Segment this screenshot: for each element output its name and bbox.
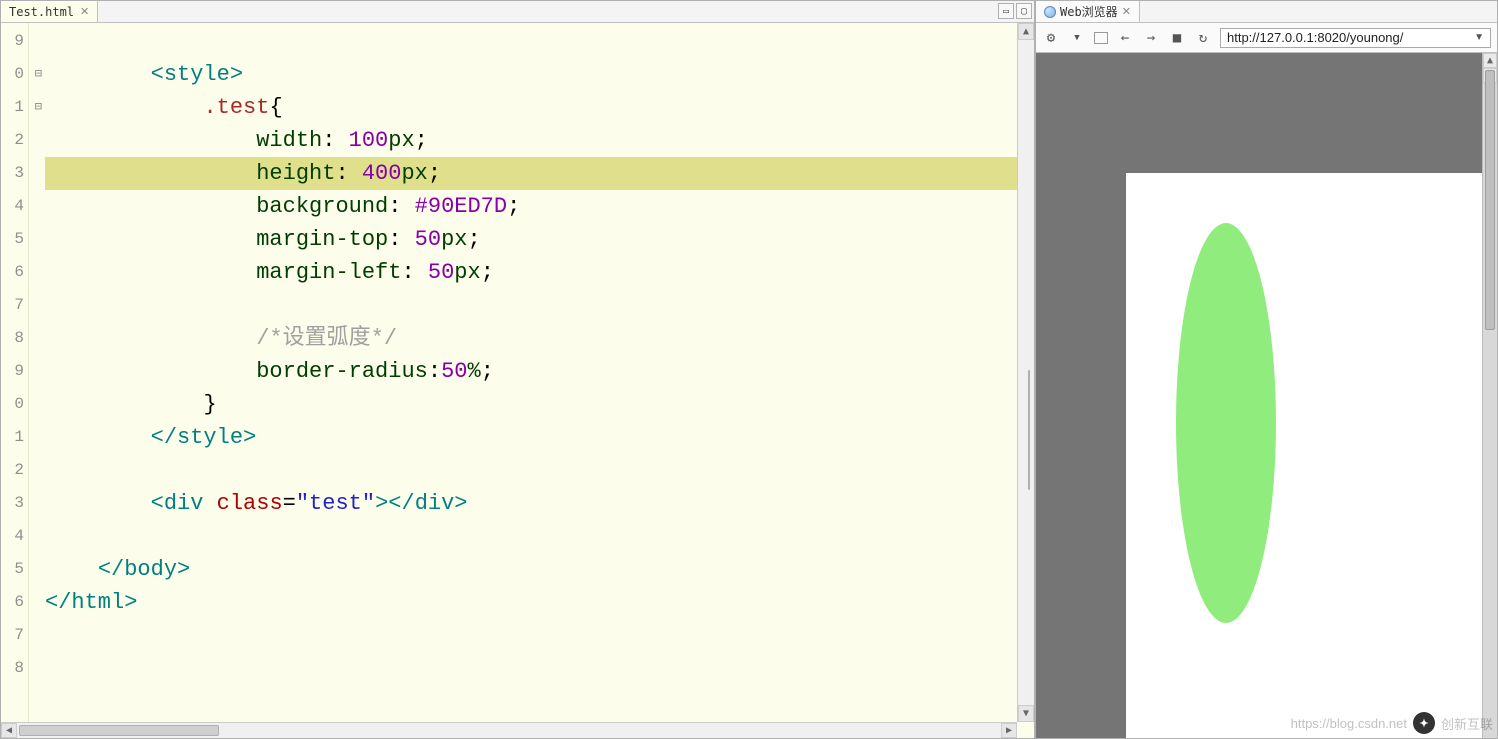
- scroll-down-icon[interactable]: ▼: [1018, 705, 1034, 722]
- line-number: 4: [1, 190, 28, 223]
- code-line[interactable]: height: 400px;: [45, 157, 1034, 190]
- editor-tab-label: Test.html: [9, 5, 74, 19]
- browser-tabbar: Web浏览器 ✕: [1036, 1, 1497, 23]
- web-browser-pane: Web浏览器 ✕ ⚙ ▼ ← → ■ ↻ http://127.0.0.1:80…: [1035, 0, 1498, 739]
- line-number: 3: [1, 487, 28, 520]
- scroll-left-icon[interactable]: ◀: [1, 723, 17, 738]
- close-icon[interactable]: ✕: [80, 5, 89, 18]
- line-number: 5: [1, 223, 28, 256]
- editor-tabbar: Test.html ✕ ▭ ▢: [1, 1, 1034, 23]
- code-line[interactable]: /*设置弧度*/: [45, 322, 1034, 355]
- line-number: 7: [1, 289, 28, 322]
- back-icon[interactable]: ←: [1116, 29, 1134, 47]
- code-line[interactable]: .test{: [45, 91, 1034, 124]
- line-number: 0: [1, 388, 28, 421]
- code-line[interactable]: <style>: [45, 58, 1034, 91]
- globe-icon: [1044, 6, 1056, 18]
- line-number: 8: [1, 652, 28, 685]
- code-line[interactable]: [45, 25, 1034, 58]
- browser-tab-label: Web浏览器: [1060, 3, 1118, 20]
- line-number: 9: [1, 25, 28, 58]
- scroll-thumb[interactable]: [1028, 370, 1030, 490]
- code-line[interactable]: background: #90ED7D;: [45, 190, 1034, 223]
- code-line[interactable]: [45, 454, 1034, 487]
- line-number: 7: [1, 619, 28, 652]
- hscroll-thumb[interactable]: [19, 725, 219, 736]
- code-editor-pane: Test.html ✕ ▭ ▢ 90123456789012345678 <st…: [0, 0, 1035, 739]
- code-area[interactable]: <style> .test{ width: 100px; height: 400…: [29, 23, 1034, 738]
- line-number: 4: [1, 520, 28, 553]
- code-line[interactable]: [45, 619, 1034, 652]
- editor-tab-test-html[interactable]: Test.html ✕: [1, 1, 98, 22]
- chevron-down-icon[interactable]: ▼: [1068, 29, 1086, 47]
- minimize-icon[interactable]: ▭: [998, 3, 1014, 19]
- forward-icon[interactable]: →: [1142, 29, 1160, 47]
- hscroll-track[interactable]: [17, 723, 1001, 738]
- line-number: 3: [1, 157, 28, 190]
- code-line[interactable]: </body>: [45, 553, 1034, 586]
- line-number: 9: [1, 355, 28, 388]
- scroll-right-icon[interactable]: ▶: [1001, 723, 1017, 738]
- code-line[interactable]: border-radius:50%;: [45, 355, 1034, 388]
- code-line[interactable]: margin-left: 50px;: [45, 256, 1034, 289]
- vertical-scrollbar[interactable]: ▲ ▼: [1017, 23, 1034, 722]
- line-number: 1: [1, 91, 28, 124]
- editor-pane-controls: ▭ ▢: [998, 3, 1032, 19]
- test-div-oval: [1176, 223, 1276, 623]
- code-line[interactable]: </style>: [45, 421, 1034, 454]
- browser-viewport: ▲ ▼ https://blog.csdn.net ✦ 创新互联: [1036, 53, 1497, 738]
- rendered-page: [1126, 173, 1497, 738]
- line-number-gutter: 90123456789012345678: [1, 23, 29, 738]
- line-number: 2: [1, 454, 28, 487]
- line-number: 5: [1, 553, 28, 586]
- scroll-up-icon[interactable]: ▲: [1018, 23, 1034, 40]
- browser-toolbar: ⚙ ▼ ← → ■ ↻ http://127.0.0.1:8020/younon…: [1036, 23, 1497, 53]
- stop-icon[interactable]: ■: [1168, 29, 1186, 47]
- close-icon[interactable]: ✕: [1122, 5, 1131, 18]
- gear-icon[interactable]: ⚙: [1042, 29, 1060, 47]
- viewport-vertical-scrollbar[interactable]: ▲ ▼: [1482, 53, 1497, 738]
- refresh-icon[interactable]: ↻: [1194, 29, 1212, 47]
- line-number: 2: [1, 124, 28, 157]
- line-number: 6: [1, 586, 28, 619]
- editor-body[interactable]: 90123456789012345678 <style> .test{ widt…: [1, 23, 1034, 738]
- code-line[interactable]: width: 100px;: [45, 124, 1034, 157]
- horizontal-scrollbar[interactable]: ◀ ▶: [1, 722, 1017, 738]
- scroll-up-icon[interactable]: ▲: [1483, 53, 1497, 68]
- maximize-icon[interactable]: ▢: [1016, 3, 1032, 19]
- line-number: 0: [1, 58, 28, 91]
- code-line[interactable]: </html>: [45, 586, 1034, 619]
- browser-tab[interactable]: Web浏览器 ✕: [1036, 1, 1140, 22]
- resize-icon[interactable]: [1094, 32, 1108, 44]
- scroll-track[interactable]: [1483, 68, 1497, 723]
- line-number: 1: [1, 421, 28, 454]
- url-input[interactable]: http://127.0.0.1:8020/younong/ ▼: [1220, 28, 1491, 48]
- line-number: 8: [1, 322, 28, 355]
- code-line[interactable]: [45, 289, 1034, 322]
- code-line[interactable]: [45, 520, 1034, 553]
- dropdown-icon[interactable]: ▼: [1474, 32, 1484, 43]
- code-line[interactable]: <div class="test"></div>: [45, 487, 1034, 520]
- code-line[interactable]: }: [45, 388, 1034, 421]
- code-line[interactable]: margin-top: 50px;: [45, 223, 1034, 256]
- url-text: http://127.0.0.1:8020/younong/: [1227, 30, 1403, 45]
- scroll-thumb[interactable]: [1485, 70, 1495, 330]
- line-number: 6: [1, 256, 28, 289]
